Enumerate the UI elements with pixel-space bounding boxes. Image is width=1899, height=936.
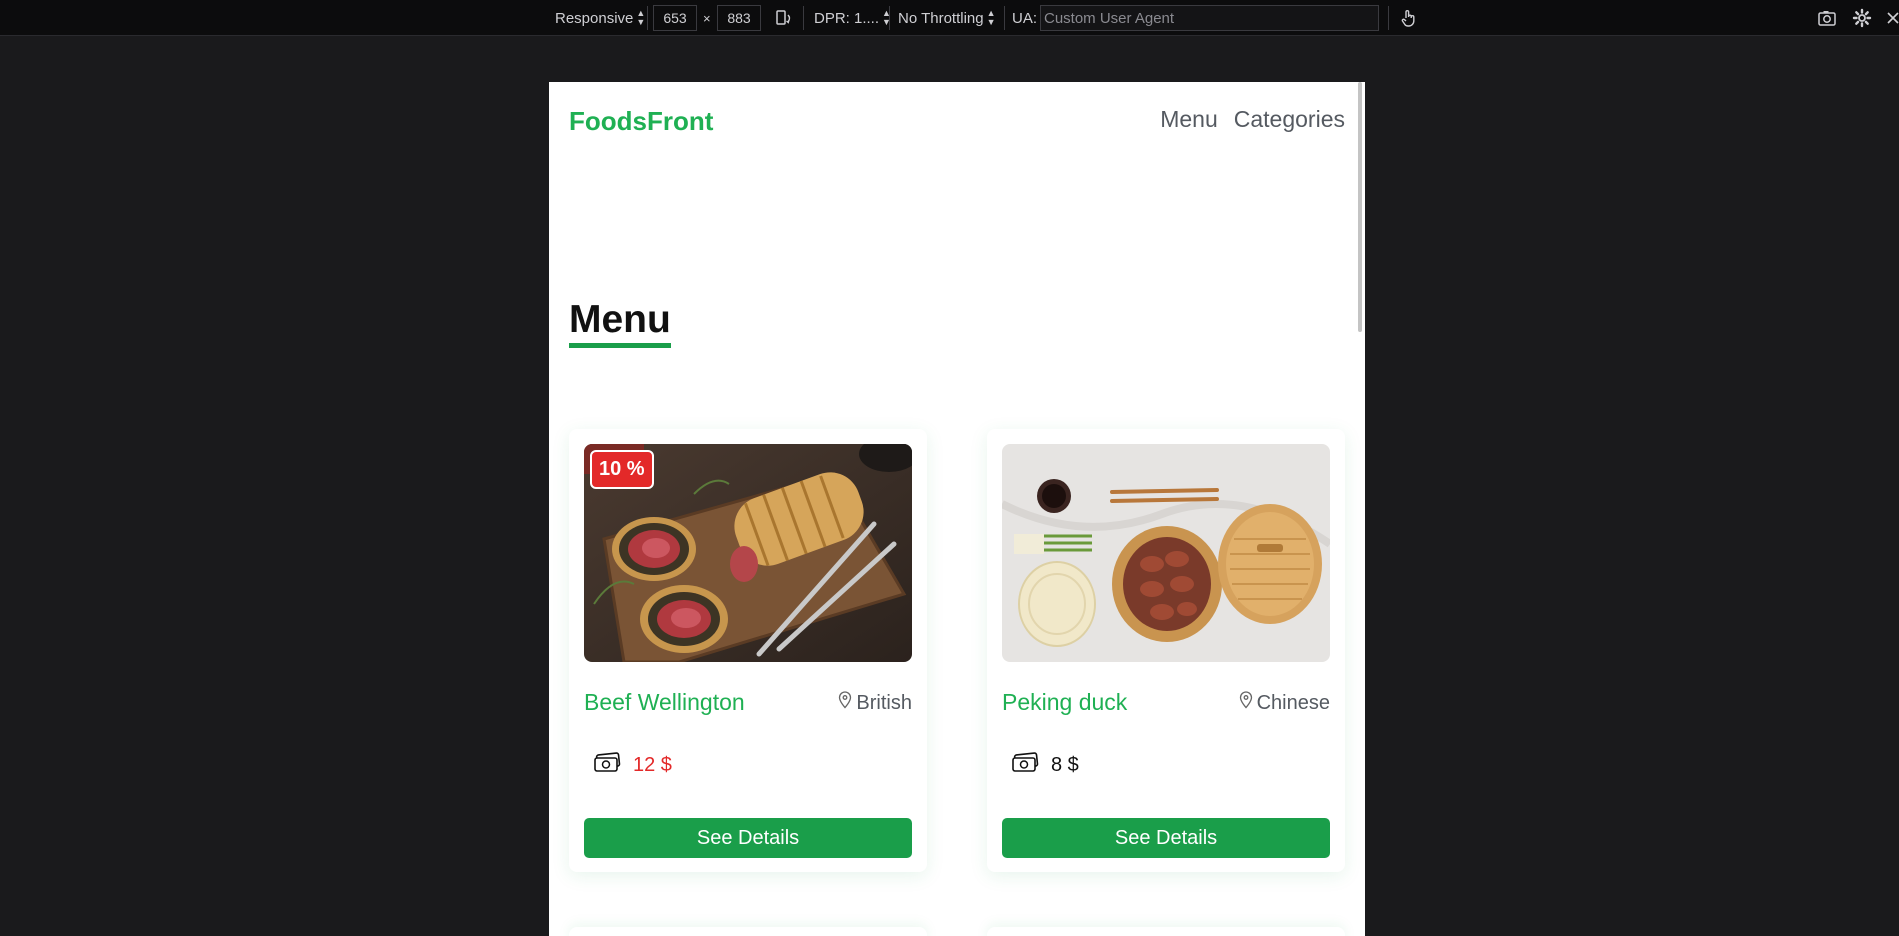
dpr-select[interactable]: DPR: 1.... ▲ ▼ <box>814 0 891 36</box>
item-location: British <box>838 691 912 715</box>
nav-link-categories[interactable]: Categories <box>1234 106 1345 133</box>
device-select[interactable]: Responsive ▲ ▼ <box>555 0 645 36</box>
dimension-times: × <box>703 10 711 26</box>
dpr-label: DPR: 1.... <box>814 9 880 27</box>
nav-links: Menu Categories <box>1160 106 1345 133</box>
price-value: 12 $ <box>633 753 672 776</box>
navbar: FoodsFront Menu Categories <box>549 82 1365 162</box>
price-value: 8 $ <box>1051 753 1079 776</box>
item-price: 12 $ <box>593 751 672 779</box>
see-details-button[interactable]: See Details <box>584 818 912 858</box>
menu-card: 10 % Beef Wellington British 12 $ See De… <box>569 429 927 872</box>
devtools-toolbar: Responsive ▲ ▼ 653 × 883 DPR: 1.... ▲ ▼ No T… <box>0 0 1899 36</box>
item-name[interactable]: Peking duck <box>1002 689 1127 716</box>
ua-label: UA: <box>1012 9 1038 27</box>
cuisine-label: British <box>856 691 912 714</box>
location-pin-icon <box>838 691 852 715</box>
nav-link-menu[interactable]: Menu <box>1160 106 1218 133</box>
device-select-label: Responsive <box>555 9 634 27</box>
toolbar-divider <box>803 6 804 30</box>
page-title: Menu <box>569 299 671 348</box>
money-bill-icon <box>593 751 623 779</box>
height-input[interactable]: 883 <box>717 5 761 31</box>
cuisine-label: Chinese <box>1256 691 1330 714</box>
user-agent-input[interactable]: Custom User Agent <box>1040 5 1379 31</box>
toolbar-divider <box>647 6 648 30</box>
toolbar-divider <box>889 6 890 30</box>
screenshot-camera-icon[interactable] <box>1816 7 1838 29</box>
width-input[interactable]: 653 <box>653 5 697 31</box>
toolbar-divider <box>1004 6 1005 30</box>
throttling-select[interactable]: No Throttling ▲ ▼ <box>898 0 996 36</box>
money-bill-icon <box>1011 751 1041 779</box>
item-price: 8 $ <box>1011 751 1079 779</box>
close-icon[interactable] <box>1885 7 1899 29</box>
settings-gear-icon[interactable] <box>1851 7 1873 29</box>
menu-card-next <box>987 927 1345 936</box>
item-location: Chinese <box>1239 691 1330 715</box>
page-viewport: FoodsFront Menu Categories Menu 10 % Bee… <box>549 82 1365 936</box>
beef-wellington-image: 10 % <box>584 444 912 662</box>
menu-card-next <box>569 927 927 936</box>
location-pin-icon <box>1239 691 1253 715</box>
throttling-label: No Throttling <box>898 9 984 27</box>
peking-duck-image <box>1002 444 1330 662</box>
rotate-device-icon[interactable] <box>773 7 795 29</box>
touch-hand-icon[interactable] <box>1398 7 1420 29</box>
caret-updown-icon: ▲ ▼ <box>986 8 996 27</box>
caret-updown-icon: ▲ ▼ <box>636 8 646 27</box>
brand-logo[interactable]: FoodsFront <box>569 106 713 137</box>
item-name[interactable]: Beef Wellington <box>584 689 745 716</box>
menu-card: Peking duck Chinese 8 $ See Details <box>987 429 1345 872</box>
toolbar-divider <box>1388 6 1389 30</box>
see-details-button[interactable]: See Details <box>1002 818 1330 858</box>
discount-badge: 10 % <box>590 450 654 489</box>
